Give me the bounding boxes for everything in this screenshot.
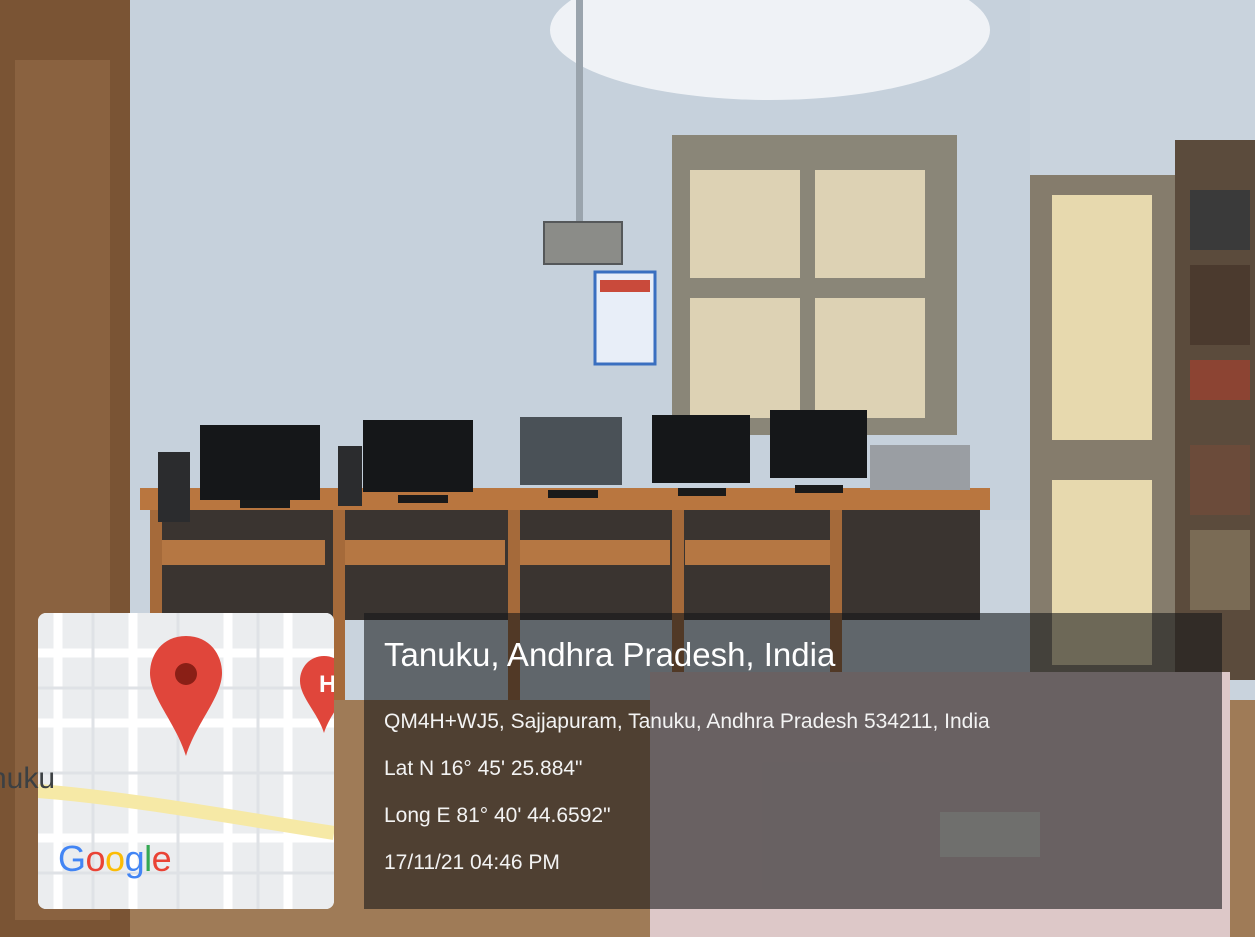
google-logo-letter: o	[85, 838, 106, 879]
timestamp-value: 17/11/21 04:46 PM	[384, 851, 560, 874]
google-logo-letter: o	[105, 838, 125, 879]
location-address: QM4H+WJ5, Sajjapuram, Tanuku, Andhra Pra…	[384, 710, 990, 733]
google-logo: Google	[58, 838, 172, 880]
google-logo-letter: e	[151, 838, 172, 879]
google-logo-letter: g	[124, 838, 145, 879]
longitude-value: Long E 81° 40' 44.6592"	[384, 804, 611, 827]
location-title: Tanuku, Andhra Pradesh, India	[384, 636, 836, 673]
hospital-marker-letter: H	[319, 671, 334, 698]
latitude-value: Lat N 16° 45' 25.884"	[384, 757, 583, 780]
google-logo-letter: l	[144, 838, 152, 879]
map-place-label: nuku	[0, 762, 56, 795]
google-logo-letter: G	[58, 838, 86, 879]
